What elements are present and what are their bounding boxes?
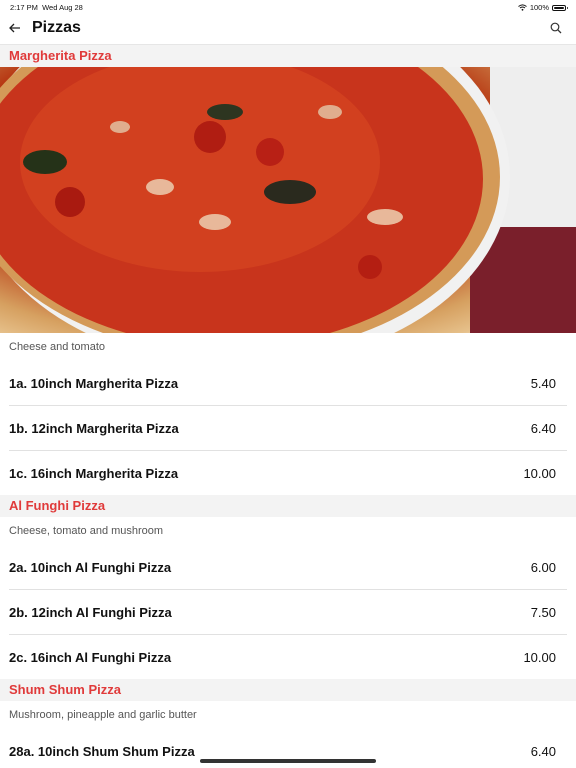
menu-item-name: 1c. 16inch Margherita Pizza [9,465,179,481]
page-title: Pizzas [32,19,81,36]
menu-item-row[interactable]: 1c. 16inch Margherita Pizza 10.00 [9,451,567,495]
menu-item-row[interactable]: 2a. 10inch Al Funghi Pizza 6.00 [9,545,567,590]
menu-item-price: 6.40 [530,743,556,759]
app-bar: Pizzas [0,14,576,45]
menu-item-price: 6.40 [530,420,556,436]
menu-item-name: 2c. 16inch Al Funghi Pizza [9,649,172,665]
battery-percent: 100% [529,3,549,12]
menu-item-name: 1b. 12inch Margherita Pizza [9,420,179,436]
section-header-margherita: Margherita Pizza [0,45,576,67]
battery-icon [552,4,568,11]
pizza-image [0,67,576,333]
section-description: Cheese, tomato and mushroom [9,525,164,537]
status-bar: 2:17 PM Wed Aug 28 100% [0,0,576,14]
section-header-shum-shum: Shum Shum Pizza [0,679,576,701]
menu-item-price: 6.00 [530,559,556,575]
menu-item-price: 5.40 [530,375,556,391]
menu-item-row[interactable]: 2b. 12inch Al Funghi Pizza 7.50 [9,590,567,635]
menu-item-name: 2b. 12inch Al Funghi Pizza [9,604,172,620]
wifi-icon [517,4,527,11]
menu-item-price: 7.50 [530,604,556,620]
section-header-al-funghi: Al Funghi Pizza [0,495,576,517]
menu-item-price: 10.00 [523,649,556,665]
section-description: Mushroom, pineapple and garlic butter [9,709,197,721]
menu-item-name: 1a. 10inch Margherita Pizza [9,375,179,391]
status-right: 100% [517,3,568,12]
menu-item-row[interactable]: 2c. 16inch Al Funghi Pizza 10.00 [9,635,567,679]
section-description: Cheese and tomato [9,341,106,353]
menu-item-name: 2a. 10inch Al Funghi Pizza [9,559,172,575]
home-indicator[interactable] [200,759,376,763]
status-time: 2:17 PM Wed Aug 28 [10,3,83,12]
menu-item-name: 28a. 10inch Shum Shum Pizza [9,743,195,759]
menu-item-row[interactable]: 1b. 12inch Margherita Pizza 6.40 [9,406,567,451]
menu-list[interactable]: Margherita Pizza Cheese and tomato 1a. 1… [0,45,576,768]
menu-item-price: 10.00 [523,465,556,481]
search-icon[interactable] [550,21,564,35]
menu-item-row[interactable]: 1a. 10inch Margherita Pizza 5.40 [9,361,567,406]
arrow-left-icon[interactable] [6,19,24,37]
